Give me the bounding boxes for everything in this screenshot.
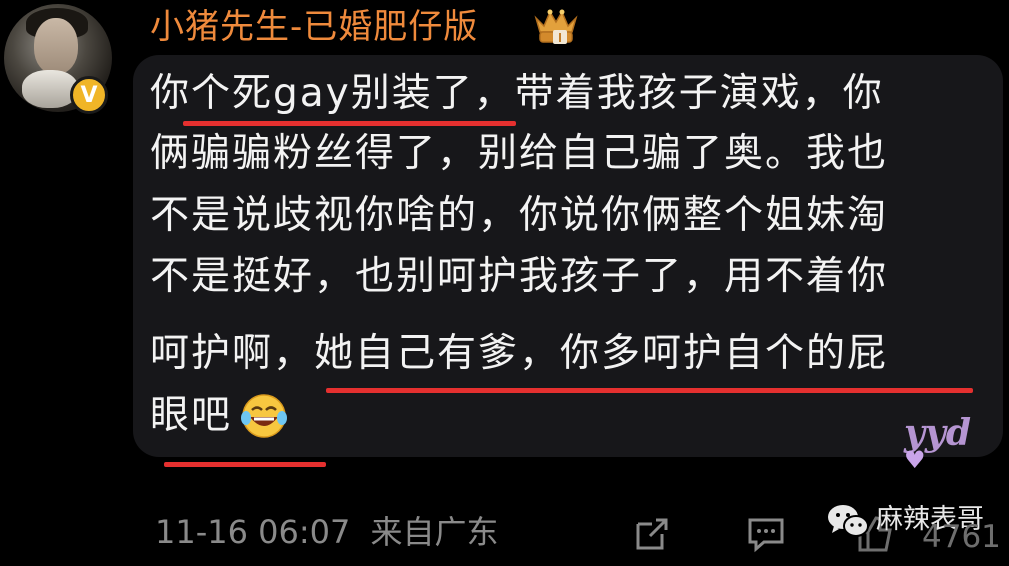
comment-screen: V 小猪先生-已婚肥仔版 你个死gay别装了，带着我孩子演戏，你 俩骗骗粉丝得了… xyxy=(0,0,1009,566)
red-underline-2 xyxy=(326,388,973,393)
comment-line-5: 呵护啊，她自己有爹，你多呵护自个的屁 xyxy=(150,331,889,376)
red-underline-1 xyxy=(183,121,516,126)
verified-badge-icon: V xyxy=(70,76,108,114)
like-count: 4761 xyxy=(922,519,1001,555)
comment-line-6: 眼吧 xyxy=(150,393,233,438)
wechat-icon xyxy=(828,505,869,537)
timestamp: 11-16 06:07 xyxy=(155,513,351,551)
heart-icon: ♥ xyxy=(904,446,926,474)
laughing-crying-emoji-icon xyxy=(241,394,287,438)
comment-line-2: 俩骗骗粉丝得了，别给自己骗了奥。我也 xyxy=(150,131,889,176)
crown-badge-icon xyxy=(534,9,578,44)
red-underline-3 xyxy=(164,462,326,467)
share-icon[interactable] xyxy=(632,514,672,554)
comment-meta: 11-16 06:07 来自广东 xyxy=(155,510,499,554)
comment-line-4: 不是挺好，也别呵护我孩子了，用不着你 xyxy=(150,254,889,299)
comment-line-1: 你个死gay别装了，带着我孩子演戏，你 xyxy=(150,71,884,116)
location: 来自广东 xyxy=(370,513,499,551)
username[interactable]: 小猪先生-已婚肥仔版 xyxy=(150,4,478,50)
comment-icon[interactable] xyxy=(746,514,786,554)
avatar-face xyxy=(34,18,78,74)
comment-line-3: 不是说歧视你啥的，你说你俩整个姐妹淘 xyxy=(150,193,889,238)
avatar-cat xyxy=(22,70,78,108)
